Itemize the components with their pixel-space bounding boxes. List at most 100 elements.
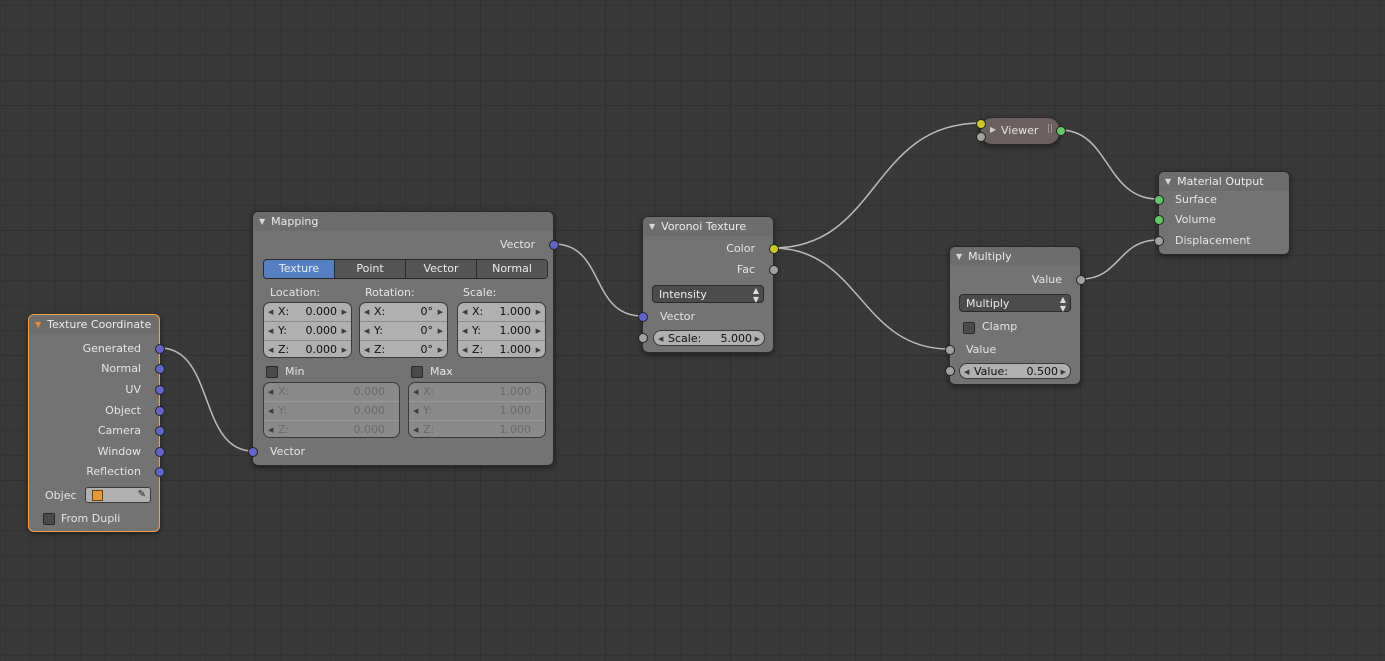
rotation-z[interactable]: ◀ Z: 0° ▶ <box>360 341 447 357</box>
viewer-node[interactable]: ▶ Viewer || <box>976 117 1066 145</box>
coloring-value: Intensity <box>659 288 707 301</box>
socket-mapping-output-vector[interactable] <box>549 240 559 250</box>
voronoi-texture-node[interactable]: ▼ Voronoi Texture Color Fac Intensity ▲ ▼ … <box>638 216 779 353</box>
mapping-header[interactable]: ▼ Mapping <box>253 212 553 231</box>
socket-viewer-value-input[interactable] <box>976 132 986 142</box>
eyedropper-icon[interactable]: ✎ <box>138 488 146 502</box>
min-z[interactable]: ◀ Z: 0.000 <box>264 421 399 437</box>
link-multiply-to-displacement <box>1080 239 1159 280</box>
scale-fields[interactable]: ◀ X: 1.000 ▶ ◀ Y: 1.000 ▶ ◀ Z: 1.000 ▶ <box>457 302 546 358</box>
input-displacement-label: Displacement <box>1175 234 1251 247</box>
location-y[interactable]: ◀ Y: 0.000 ▶ <box>264 322 351 341</box>
socket-viewer-output[interactable] <box>1056 126 1066 136</box>
socket-generated[interactable] <box>155 344 165 354</box>
socket-voronoi-fac[interactable] <box>769 265 779 275</box>
location-fields[interactable]: ◀ X: 0.000 ▶ ◀ Y: 0.000 ▶ ◀ Z: 0.000 ▶ <box>263 302 352 358</box>
socket-surface[interactable] <box>1154 195 1164 205</box>
value: 1.000 <box>499 324 532 337</box>
location-z[interactable]: ◀ Z: 0.000 ▶ <box>264 341 351 357</box>
min-y[interactable]: ◀ Y: 0.000 <box>264 402 399 421</box>
collapse-triangle-icon[interactable]: ▼ <box>35 315 41 334</box>
collapse-triangle-icon[interactable]: ▶ <box>990 125 996 134</box>
texture-coordinate-node[interactable]: ▼ Texture Coordinate Generated Normal UV … <box>28 314 165 532</box>
axis-label: Y: <box>472 324 481 337</box>
collapse-triangle-icon[interactable]: ▼ <box>649 217 655 236</box>
output-window-label: Window <box>97 445 141 458</box>
collapse-triangle-icon[interactable]: ▼ <box>1165 172 1171 191</box>
tab-texture[interactable]: Texture <box>264 260 335 278</box>
output-generated-label: Generated <box>82 342 141 355</box>
rotation-x[interactable]: ◀ X: 0° ▶ <box>360 303 447 322</box>
rotation-fields[interactable]: ◀ X: 0° ▶ ◀ Y: 0° ▶ ◀ Z: 0° ▶ <box>359 302 448 358</box>
collapse-triangle-icon[interactable]: ▼ <box>956 247 962 266</box>
min-fields[interactable]: ◀ X: 0.000 ◀ Y: 0.000 ◀ Z: 0.000 <box>263 382 400 438</box>
node-title: Mapping <box>271 215 319 228</box>
socket-multiply-input-1[interactable] <box>945 345 955 355</box>
viewer-title: Viewer <box>1001 124 1039 137</box>
material-output-header[interactable]: ▼ Material Output <box>1159 172 1289 191</box>
socket-viewer-color-input[interactable] <box>976 119 986 129</box>
socket-displacement[interactable] <box>1154 236 1164 246</box>
max-z[interactable]: ◀ Z: 1.000 <box>409 421 545 437</box>
socket-camera[interactable] <box>155 426 165 436</box>
socket-object[interactable] <box>155 406 165 416</box>
socket-normal[interactable] <box>155 364 165 374</box>
max-checkbox[interactable] <box>411 366 423 378</box>
socket-mapping-input-vector[interactable] <box>248 447 258 457</box>
value-field-value: 0.500 <box>1026 365 1059 378</box>
socket-window[interactable] <box>155 447 165 457</box>
scale-y[interactable]: ◀ Y: 1.000 ▶ <box>458 322 545 341</box>
socket-volume[interactable] <box>1154 215 1164 225</box>
clamp-checkbox[interactable] <box>963 322 975 334</box>
socket-voronoi-vector[interactable] <box>638 312 648 322</box>
multiply-node[interactable]: ▼ Multiply Value Multiply ▲ ▼ Clamp Value … <box>945 246 1086 385</box>
mapping-node[interactable]: ▼ Mapping Vector Texture Point Vector Nor… <box>248 211 559 466</box>
socket-multiply-output[interactable] <box>1076 275 1086 285</box>
output-fac-label: Fac <box>736 263 755 276</box>
socket-voronoi-scale[interactable] <box>638 333 648 343</box>
mapping-type-tabs[interactable]: Texture Point Vector Normal <box>263 259 548 279</box>
input-surface-label: Surface <box>1175 193 1217 206</box>
link-generated-to-mapping-vector <box>159 347 254 452</box>
scale-field[interactable]: ◀ Scale: 5.000 ▶ <box>653 330 765 346</box>
value-field[interactable]: ◀ Value: 0.500 ▶ <box>959 363 1071 379</box>
value: 0° <box>420 343 434 356</box>
operation-dropdown[interactable]: Multiply ▲ ▼ <box>959 294 1071 313</box>
node-title: Multiply <box>968 250 1012 263</box>
rotation-y[interactable]: ◀ Y: 0° ▶ <box>360 322 447 341</box>
min-checkbox[interactable] <box>266 366 278 378</box>
socket-uv[interactable] <box>155 385 165 395</box>
tab-vector[interactable]: Vector <box>406 260 477 278</box>
location-x[interactable]: ◀ X: 0.000 ▶ <box>264 303 351 322</box>
output-value-label: Value <box>1031 273 1062 286</box>
updown-arrows-icon: ▲ ▼ <box>1059 295 1066 313</box>
voronoi-header[interactable]: ▼ Voronoi Texture <box>643 217 773 236</box>
axis-label: Z: <box>374 343 386 356</box>
node-title: Material Output <box>1177 175 1264 188</box>
scale-x[interactable]: ◀ X: 1.000 ▶ <box>458 303 545 322</box>
link-mapping-to-voronoi-vector <box>553 243 643 317</box>
texture-coordinate-header[interactable]: ▼ Texture Coordinate <box>29 315 159 334</box>
coloring-dropdown[interactable]: Intensity ▲ ▼ <box>652 285 764 304</box>
min-x[interactable]: ◀ X: 0.000 <box>264 383 399 402</box>
max-x[interactable]: ◀ X: 1.000 <box>409 383 545 402</box>
from-dupli-label: From Dupli <box>61 512 121 525</box>
node-title: Voronoi Texture <box>661 220 747 233</box>
max-y[interactable]: ◀ Y: 1.000 <box>409 402 545 421</box>
collapse-triangle-icon[interactable]: ▼ <box>259 212 265 231</box>
max-fields[interactable]: ◀ X: 1.000 ◀ Y: 1.000 ◀ Z: 1.000 <box>408 382 546 438</box>
rotation-label: Rotation: <box>365 286 415 299</box>
socket-reflection[interactable] <box>155 467 165 477</box>
output-normal-label: Normal <box>101 362 141 375</box>
socket-voronoi-color[interactable] <box>769 244 779 254</box>
viewer-grip-icon[interactable]: || <box>1047 124 1053 134</box>
multiply-header[interactable]: ▼ Multiply <box>950 247 1080 266</box>
value: 0° <box>420 324 434 337</box>
scale-z[interactable]: ◀ Z: 1.000 ▶ <box>458 341 545 357</box>
from-dupli-checkbox[interactable] <box>43 513 55 525</box>
object-field[interactable]: ✎ <box>85 487 151 503</box>
tab-point[interactable]: Point <box>335 260 406 278</box>
socket-multiply-input-2[interactable] <box>945 366 955 376</box>
material-output-node[interactable]: ▼ Material Output Surface Volume Displace… <box>1154 171 1290 255</box>
tab-normal[interactable]: Normal <box>477 260 547 278</box>
